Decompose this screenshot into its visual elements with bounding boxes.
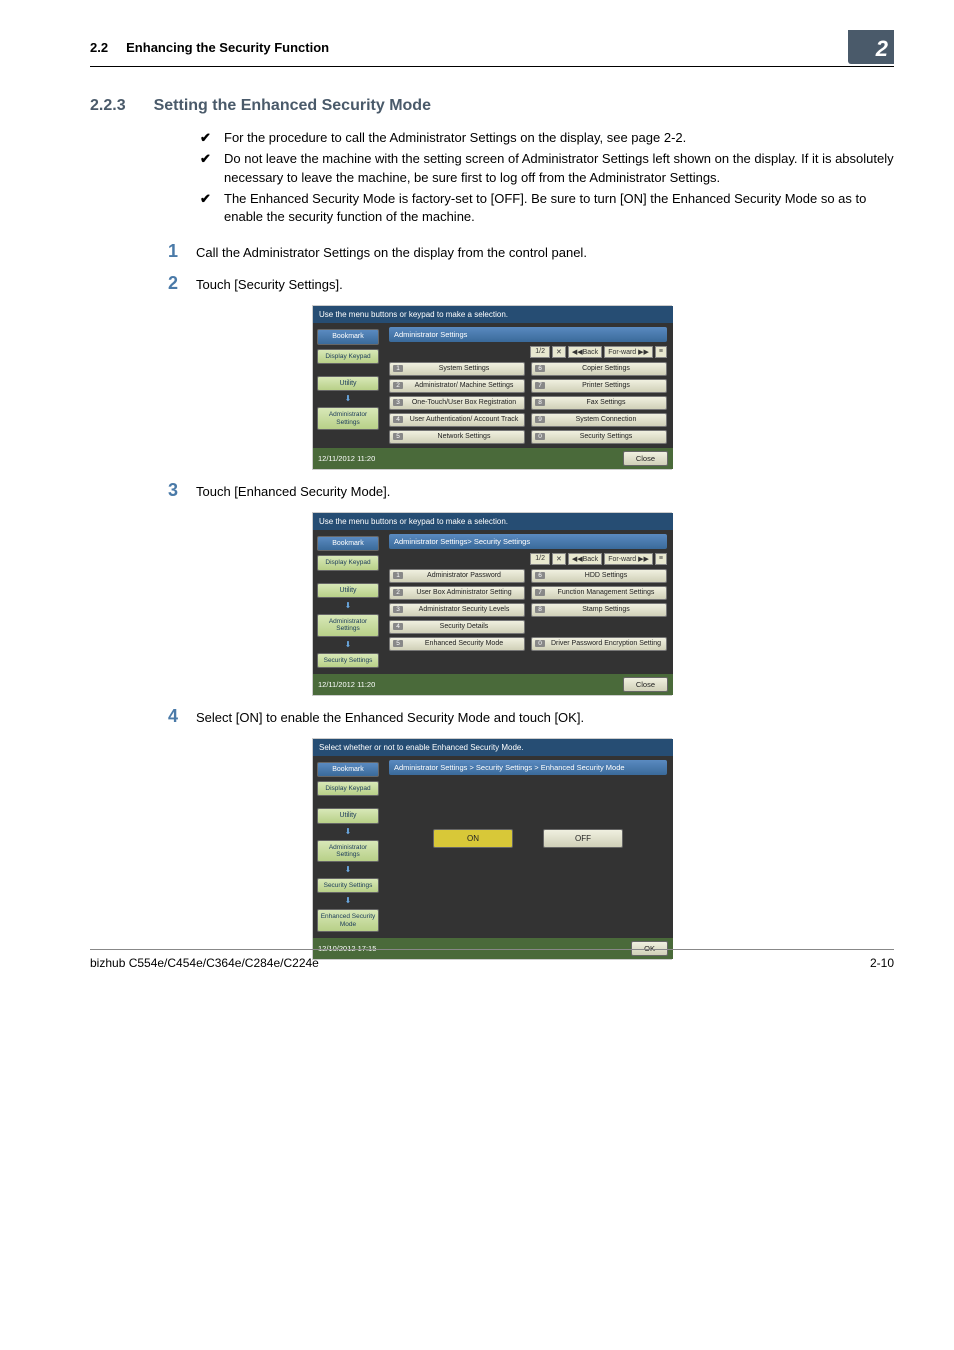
pane-title: Administrator Settings	[389, 327, 667, 342]
step-text: Touch [Enhanced Security Mode].	[196, 480, 390, 502]
arrow-down-icon: ⬇	[317, 897, 379, 905]
menu-item[interactable]: 1Administrator Password	[389, 569, 525, 583]
page-footer: bizhub C554e/C454e/C364e/C284e/C224e 2-1…	[90, 949, 894, 970]
bookmark-tab[interactable]: Bookmark	[317, 762, 379, 778]
security-settings-button[interactable]: Security Settings	[317, 878, 379, 893]
pane-title: Administrator Settings> Security Setting…	[389, 534, 667, 549]
check-item: The Enhanced Security Mode is factory-se…	[200, 190, 894, 228]
running-header: 2.2 Enhancing the Security Function 2	[90, 40, 894, 67]
menu-item[interactable]: 6HDD Settings	[531, 569, 667, 583]
step: 1 Call the Administrator Settings on the…	[160, 241, 894, 263]
step-text: Select [ON] to enable the Enhanced Secur…	[196, 706, 584, 728]
menu-item[interactable]: 7Printer Settings	[531, 379, 667, 393]
close-button[interactable]: Close	[623, 677, 668, 692]
menu-item[interactable]: 2Administrator/ Machine Settings	[389, 379, 525, 393]
page-indicator: 1/2	[530, 346, 550, 358]
timestamp: 12/11/2012 11:20	[318, 680, 375, 689]
enhanced-security-button[interactable]: Enhanced Security Mode	[317, 909, 379, 931]
page-indicator: 1/2	[530, 553, 550, 565]
arrow-down-icon: ⬇	[317, 641, 379, 649]
menu-item[interactable]: 2User Box Administrator Setting	[389, 586, 525, 600]
check-item: For the procedure to call the Administra…	[200, 129, 894, 148]
panel-sidebar: Bookmark Display Keypad Utility ⬇ Admini…	[313, 756, 383, 938]
menu-item[interactable]: 4Security Details	[389, 620, 525, 634]
on-button[interactable]: ON	[433, 829, 513, 848]
heading-number: 2.2.3	[90, 97, 126, 115]
list-icon[interactable]: ≡	[655, 553, 667, 565]
menu-item[interactable]: 3Administrator Security Levels	[389, 603, 525, 617]
list-icon[interactable]: ≡	[655, 346, 667, 358]
security-settings-panel: Use the menu buttons or keypad to make a…	[312, 512, 672, 696]
security-settings-button[interactable]: Security Settings	[317, 653, 379, 668]
timestamp: 12/11/2012 11:20	[318, 454, 375, 463]
step: 3 Touch [Enhanced Security Mode].	[160, 480, 894, 502]
admin-settings-button[interactable]: Administrator Settings	[317, 840, 379, 862]
bookmark-tab[interactable]: Bookmark	[317, 536, 379, 552]
header-section-num: 2.2	[90, 40, 108, 55]
off-button[interactable]: OFF	[543, 829, 623, 848]
bookmark-tab[interactable]: Bookmark	[317, 329, 379, 345]
forward-button[interactable]: For-ward ▶▶	[604, 346, 653, 358]
arrow-down-icon: ⬇	[317, 866, 379, 874]
step: 4 Select [ON] to enable the Enhanced Sec…	[160, 706, 894, 728]
panel-instruction: Use the menu buttons or keypad to make a…	[313, 306, 673, 323]
menu-item[interactable]: 8Fax Settings	[531, 396, 667, 410]
heading-title: Setting the Enhanced Security Mode	[154, 97, 431, 115]
step-number: 1	[160, 241, 178, 263]
close-button[interactable]: Close	[623, 451, 668, 466]
section-heading: 2.2.3 Setting the Enhanced Security Mode	[90, 97, 894, 115]
header-section-title: Enhancing the Security Function	[126, 40, 329, 55]
menu-item[interactable]: 6Copier Settings	[531, 362, 667, 376]
menu-item[interactable]: 8Stamp Settings	[531, 603, 667, 617]
step-text: Touch [Security Settings].	[196, 273, 343, 295]
admin-settings-panel: Use the menu buttons or keypad to make a…	[312, 305, 672, 470]
utility-button[interactable]: Utility	[317, 376, 379, 392]
utility-button[interactable]: Utility	[317, 583, 379, 599]
step-number: 4	[160, 706, 178, 728]
menu-item[interactable]: 1System Settings	[389, 362, 525, 376]
arrow-down-icon: ⬇	[317, 828, 379, 836]
panel-sidebar: Bookmark Display Keypad Utility ⬇ Admini…	[313, 530, 383, 674]
utility-button[interactable]: Utility	[317, 808, 379, 824]
step-text: Call the Administrator Settings on the d…	[196, 241, 587, 263]
checkmark-list: For the procedure to call the Administra…	[200, 129, 894, 227]
back-button[interactable]: ◀◀Back	[568, 346, 602, 358]
panel-sidebar: Bookmark Display Keypad Utility ⬇ Admini…	[313, 323, 383, 448]
panel-instruction: Select whether or not to enable Enhanced…	[313, 739, 673, 756]
menu-item[interactable]: 5Network Settings	[389, 430, 525, 444]
back-button[interactable]: ◀◀Back	[568, 553, 602, 565]
admin-settings-button[interactable]: Administrator Settings	[317, 407, 379, 429]
menu-item[interactable]: 4User Authentication/ Account Track	[389, 413, 525, 427]
display-keypad-button[interactable]: Display Keypad	[317, 555, 379, 570]
footer-model: bizhub C554e/C454e/C364e/C284e/C224e	[90, 956, 319, 970]
back-button[interactable]: ✕	[552, 553, 566, 565]
check-item: Do not leave the machine with the settin…	[200, 150, 894, 188]
menu-item[interactable]: 5Enhanced Security Mode	[389, 637, 525, 651]
arrow-down-icon: ⬇	[317, 395, 379, 403]
menu-item[interactable]: 3One-Touch/User Box Registration	[389, 396, 525, 410]
back-button[interactable]: ✕	[552, 346, 566, 358]
step: 2 Touch [Security Settings].	[160, 273, 894, 295]
arrow-down-icon: ⬇	[317, 602, 379, 610]
panel-instruction: Use the menu buttons or keypad to make a…	[313, 513, 673, 530]
forward-button[interactable]: For-ward ▶▶	[604, 553, 653, 565]
step-number: 2	[160, 273, 178, 295]
pane-title: Administrator Settings > Security Settin…	[389, 760, 667, 775]
step-number: 3	[160, 480, 178, 502]
footer-page: 2-10	[870, 956, 894, 970]
menu-item[interactable]: 9System Connection	[531, 413, 667, 427]
admin-settings-button[interactable]: Administrator Settings	[317, 614, 379, 636]
chapter-badge: 2	[848, 30, 894, 64]
display-keypad-button[interactable]: Display Keypad	[317, 349, 379, 364]
enhanced-security-mode-panel: Select whether or not to enable Enhanced…	[312, 738, 672, 960]
menu-item[interactable]: 7Function Management Settings	[531, 586, 667, 600]
display-keypad-button[interactable]: Display Keypad	[317, 781, 379, 796]
menu-item[interactable]: 0Driver Password Encryption Setting	[531, 637, 667, 651]
menu-item[interactable]: 0Security Settings	[531, 430, 667, 444]
